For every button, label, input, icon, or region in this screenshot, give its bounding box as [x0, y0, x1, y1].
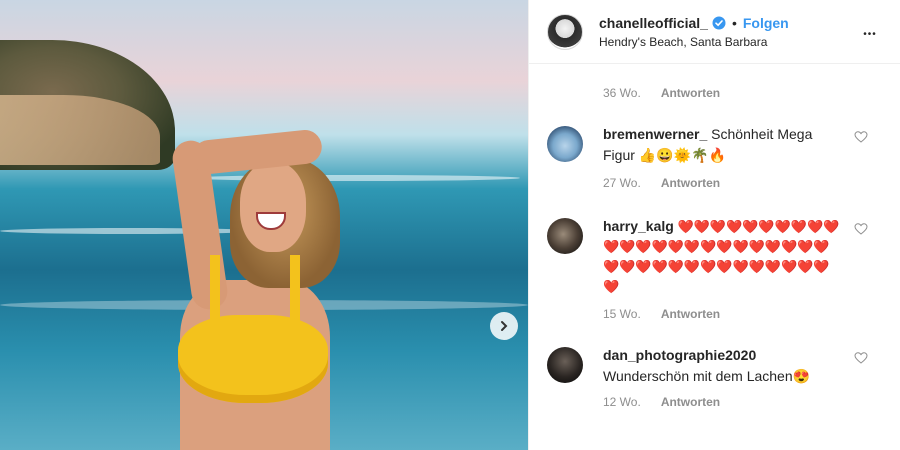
- comment-meta: 27 Wo. Antworten: [603, 176, 882, 190]
- verified-badge-icon: [712, 16, 726, 29]
- comment-meta: 36 Wo. Antworten: [603, 86, 882, 100]
- avatar[interactable]: [547, 347, 583, 383]
- more-horizontal-icon: •••: [863, 29, 877, 40]
- post-photo[interactable]: [0, 0, 528, 450]
- instagram-post-view: chanelleofficial_ • Folgen Hendry's Beac…: [0, 0, 900, 450]
- comments-panel: chanelleofficial_ • Folgen Hendry's Beac…: [528, 0, 900, 450]
- bikini-strap: [290, 255, 300, 325]
- comment-item: bremenwerner_ Schönheit Mega Figur 👍😀🌞🌴🔥: [547, 124, 882, 166]
- reply-button[interactable]: Antworten: [661, 395, 720, 409]
- comment-age: 12 Wo.: [603, 395, 641, 409]
- comment-body: dan_photographie2020 Wunderschön mit dem…: [603, 345, 843, 387]
- more-options-button[interactable]: •••: [858, 20, 882, 43]
- comment-username[interactable]: harry_kalg: [603, 218, 674, 234]
- heart-outline-icon[interactable]: [854, 351, 868, 365]
- reply-button[interactable]: Antworten: [661, 176, 720, 190]
- comment-username[interactable]: bremenwerner_: [603, 126, 707, 142]
- reply-button[interactable]: Antworten: [661, 86, 720, 100]
- person-figure: [170, 128, 350, 450]
- comment-text: Wunderschön mit dem Lachen😍: [603, 368, 811, 384]
- face-shape: [240, 162, 306, 252]
- header-text: chanelleofficial_ • Folgen Hendry's Beac…: [599, 15, 858, 49]
- chevron-right-icon: [501, 321, 508, 331]
- post-header: chanelleofficial_ • Folgen Hendry's Beac…: [529, 0, 900, 64]
- heart-outline-icon[interactable]: [854, 130, 868, 144]
- comment-username[interactable]: dan_photographie2020: [603, 345, 843, 366]
- separator-dot: •: [731, 14, 737, 31]
- location-link[interactable]: Hendry's Beach, Santa Barbara: [599, 35, 858, 49]
- avatar[interactable]: [547, 13, 583, 50]
- header-line: chanelleofficial_ • Folgen: [599, 15, 858, 31]
- comment-body: harry_kalg ❤️❤️❤️❤️❤️❤️❤️❤️❤️❤️❤️❤️❤️❤️❤…: [603, 216, 843, 297]
- comment-meta: 12 Wo. Antworten: [603, 395, 882, 409]
- next-photo-button[interactable]: [490, 312, 518, 340]
- comment-item: harry_kalg ❤️❤️❤️❤️❤️❤️❤️❤️❤️❤️❤️❤️❤️❤️❤…: [547, 216, 882, 297]
- username-link[interactable]: chanelleofficial_: [599, 15, 708, 31]
- comment-age: 36 Wo.: [603, 86, 641, 100]
- comment-body: bremenwerner_ Schönheit Mega Figur 👍😀🌞🌴🔥: [603, 124, 843, 166]
- reply-button[interactable]: Antworten: [661, 307, 720, 321]
- comment-age: 27 Wo.: [603, 176, 641, 190]
- bikini-strap: [210, 255, 220, 325]
- heart-outline-icon[interactable]: [854, 222, 868, 236]
- avatar[interactable]: [547, 126, 583, 162]
- follow-button[interactable]: Folgen: [743, 15, 789, 31]
- comments-list: 36 Wo. Antworten bremenwerner_ Schönheit…: [529, 86, 900, 409]
- comment-item: dan_photographie2020 Wunderschön mit dem…: [547, 345, 882, 387]
- bikini-shape: [178, 315, 328, 403]
- avatar[interactable]: [547, 218, 583, 254]
- comment-age: 15 Wo.: [603, 307, 641, 321]
- comment-meta: 15 Wo. Antworten: [603, 307, 882, 321]
